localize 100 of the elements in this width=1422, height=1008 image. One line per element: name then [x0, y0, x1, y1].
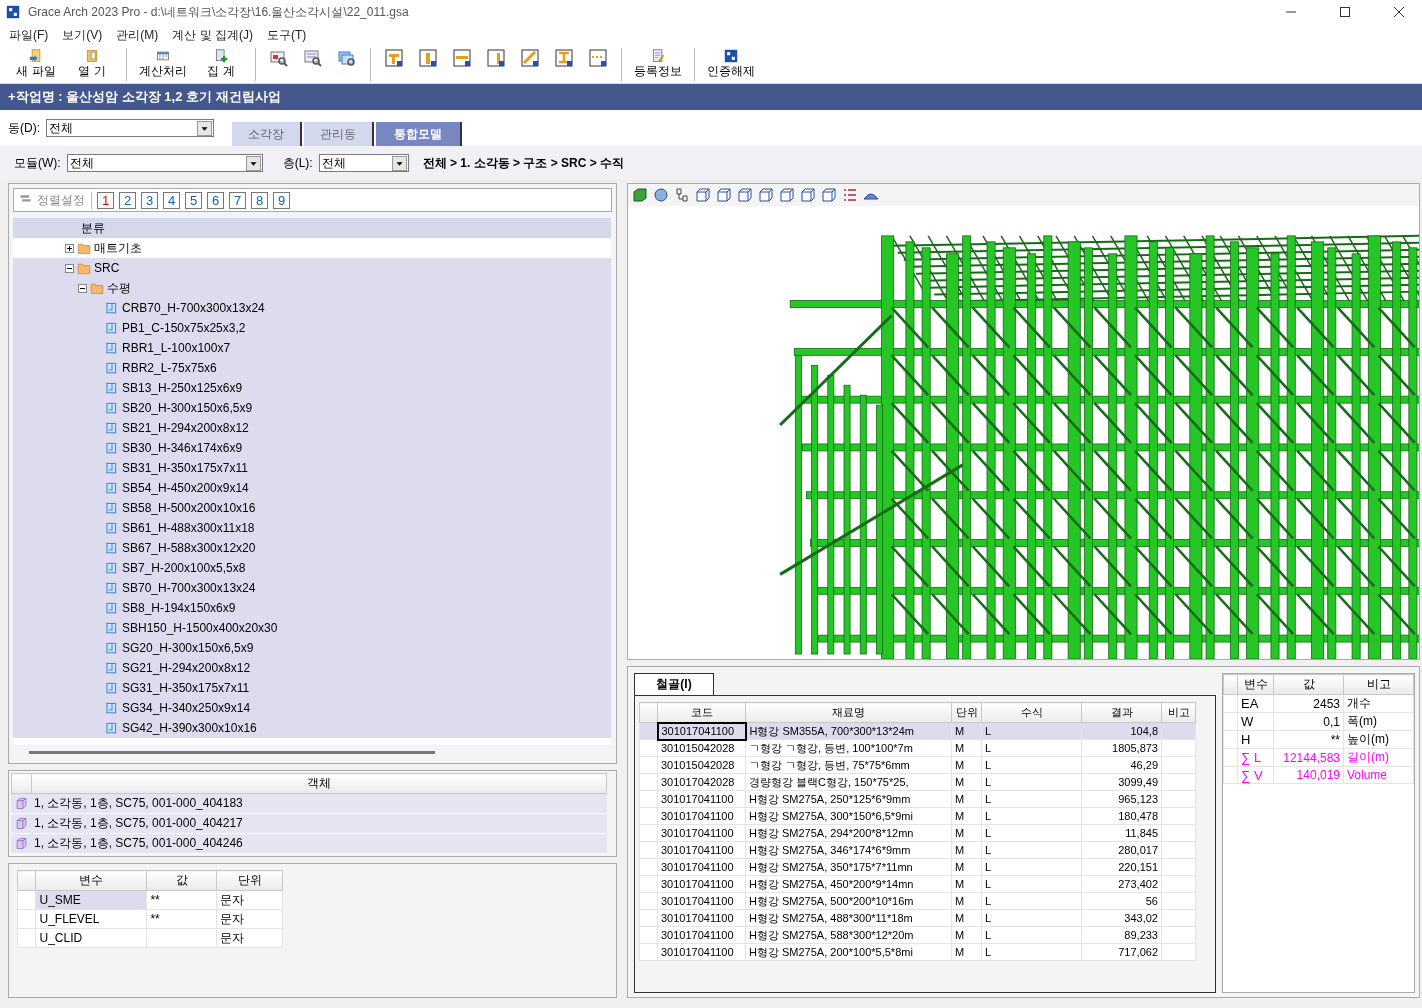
tab[interactable]: 관리동	[304, 122, 374, 146]
toolbar-button[interactable]: 인증해제	[703, 48, 759, 81]
tree-item[interactable]: SB20_H-300x150x6,5x9	[13, 398, 611, 418]
sort-level-button[interactable]: 6	[207, 191, 224, 209]
sort-level-button[interactable]: 2	[119, 191, 136, 209]
section-icon	[105, 701, 119, 715]
collapse-toggle-icon[interactable]	[65, 263, 74, 273]
scrollbar-thumb[interactable]	[29, 750, 435, 754]
tree-item[interactable]: SB54_H-450x200x9x14	[13, 478, 611, 498]
table-cell: 길이(m)	[1343, 748, 1414, 767]
section-icon	[105, 641, 119, 655]
toolbar-button[interactable]: 집 계	[195, 48, 247, 81]
tree-item[interactable]: RBR2_L-75x75x6	[13, 358, 611, 378]
sort-level-button[interactable]: 3	[141, 191, 158, 209]
toolbar-button[interactable]: 열 기	[66, 48, 118, 81]
building-select[interactable]: 전체	[46, 119, 214, 137]
tab[interactable]: 철골(I)	[634, 673, 714, 695]
tree-item[interactable]: SB67_H-588x300x12x20	[13, 538, 611, 558]
box-view-icon[interactable]	[800, 187, 816, 203]
tree-label: SB31_H-350x175x7x11	[122, 461, 248, 475]
tree-item[interactable]: RBR1_L-100x100x7	[13, 338, 611, 358]
box-view-icon[interactable]	[821, 187, 837, 203]
table-cell: H형강 SM275A, 488*300*11*18m	[745, 909, 952, 927]
tree-item[interactable]: SB13_H-250x125x6x9	[13, 378, 611, 398]
tree-item[interactable]: SB70_H-700x300x13x24	[13, 578, 611, 598]
tree-item[interactable]: SB7_H-200x100x5,5x8	[13, 558, 611, 578]
column-header: 비고	[1161, 702, 1196, 723]
sort-level-button[interactable]: 7	[229, 191, 246, 209]
menu-item[interactable]: 관리(M)	[109, 26, 166, 44]
tree-label: SG21_H-294x200x8x12	[122, 661, 251, 675]
tree-label: SB58_H-500x200x10x16	[122, 501, 256, 515]
box-view-icon[interactable]	[737, 187, 753, 203]
section-icon	[105, 461, 119, 475]
tree-item[interactable]: SB58_H-500x200x10x16	[13, 498, 611, 518]
tree-item[interactable]: SRC	[13, 258, 611, 278]
table-cell: H형강 SM275A, 450*200*9*14mn	[745, 875, 952, 893]
sort-level-button[interactable]: 9	[273, 191, 290, 209]
table-cell: W	[1237, 712, 1274, 731]
tree-item[interactable]: SBH150_H-1500x400x20x30	[13, 618, 611, 638]
table-cell: M	[951, 909, 982, 927]
list-icon[interactable]	[842, 187, 858, 203]
expand-toggle-icon[interactable]	[65, 243, 74, 253]
tree-item[interactable]: CRB70_H-700x300x13x24	[13, 298, 611, 318]
tree-item[interactable]: SG21_H-294x200x8x12	[13, 658, 611, 678]
menu-item[interactable]: 계산 및 집계(J)	[165, 26, 260, 44]
section-icon	[105, 481, 119, 495]
tree-item[interactable]: PB1_C-150x75x25x3,2	[13, 318, 611, 338]
object-row[interactable]: 1, 소각동, 1층, SC75, 001-000_404217	[11, 814, 607, 834]
table-cell: 문자	[216, 928, 283, 948]
floor-select[interactable]: 전체	[318, 154, 409, 172]
box-view-icon[interactable]	[716, 187, 732, 203]
tree-item[interactable]: SG34_H-340x250x9x14	[13, 698, 611, 718]
box-view-icon[interactable]	[779, 187, 795, 203]
table-cell: L	[981, 943, 1082, 961]
section-icon	[105, 361, 119, 375]
tree-item[interactable]: SB31_H-350x175x7x11	[13, 458, 611, 478]
sort-settings-button[interactable]: 정렬설정	[18, 191, 92, 209]
column-header: 단위	[951, 702, 982, 723]
tab[interactable]: 소각장	[232, 122, 302, 146]
tree-item[interactable]: SG31_H-350x175x7x11	[13, 678, 611, 698]
tree-item[interactable]: SB21_H-294x200x8x12	[13, 418, 611, 438]
table-cell: 301017041100	[657, 824, 746, 842]
tree-item[interactable]: SG42_H-390x300x10x16	[13, 718, 611, 738]
sort-level-button[interactable]: 8	[251, 191, 268, 209]
tree-label: 매트기초	[94, 239, 142, 257]
cube-view-icon[interactable]	[632, 187, 648, 203]
tree-item[interactable]: SB61_H-488x300x11x18	[13, 518, 611, 538]
section-icon	[105, 521, 119, 535]
section-icon	[105, 721, 119, 735]
tree-item[interactable]: 수평	[13, 278, 611, 298]
column-header: 재료명	[745, 702, 952, 723]
box-view-icon[interactable]	[758, 187, 774, 203]
tree-item[interactable]: SB8_H-194x150x6x9	[13, 598, 611, 618]
table-row[interactable]: 301017041100 H형강 SM355A, 700*300*13*24m M L 104,8	[639, 722, 1196, 740]
object-row[interactable]: 1, 소각동, 1층, SC75, 001-000_404183	[11, 794, 607, 814]
column-header: 코드	[657, 702, 746, 723]
table-cell: H형강 SM275A, 250*125*6*9mm	[745, 790, 952, 808]
node-icon[interactable]	[674, 187, 690, 203]
table-cell: U_FLEVEL	[36, 909, 147, 929]
tree-item[interactable]: SG20_H-300x150x6,5x9	[13, 638, 611, 658]
toolbar-button[interactable]: 새 파일	[10, 48, 62, 81]
toolbar-button[interactable]: 계산처리	[135, 48, 191, 81]
object-row[interactable]: 1, 소각동, 1층, SC75, 001-000_404246	[11, 834, 607, 854]
sort-level-button[interactable]: 1	[97, 191, 114, 209]
module-select[interactable]: 전체	[66, 154, 263, 172]
menu-item[interactable]: 보기(V)	[55, 26, 110, 44]
table-cell: 0,1	[1273, 712, 1344, 731]
collapse-toggle-icon[interactable]	[78, 283, 87, 293]
sort-level-button[interactable]: 4	[163, 191, 180, 209]
tree-item[interactable]: SB30_H-346x174x6x9	[13, 438, 611, 458]
column-header: 값	[1273, 674, 1344, 695]
table-cell: M	[951, 858, 982, 876]
sort-level-button[interactable]: 5	[185, 191, 202, 209]
tree-label: SB30_H-346x174x6x9	[122, 441, 243, 455]
box-view-icon[interactable]	[695, 187, 711, 203]
toolbar-button[interactable]: 등록정보	[630, 48, 686, 81]
table-cell: M	[951, 722, 982, 740]
menu-item[interactable]: 도구(T)	[260, 26, 314, 44]
table-cell: **	[1273, 730, 1344, 749]
menu-item[interactable]: 파일(F)	[2, 26, 56, 44]
